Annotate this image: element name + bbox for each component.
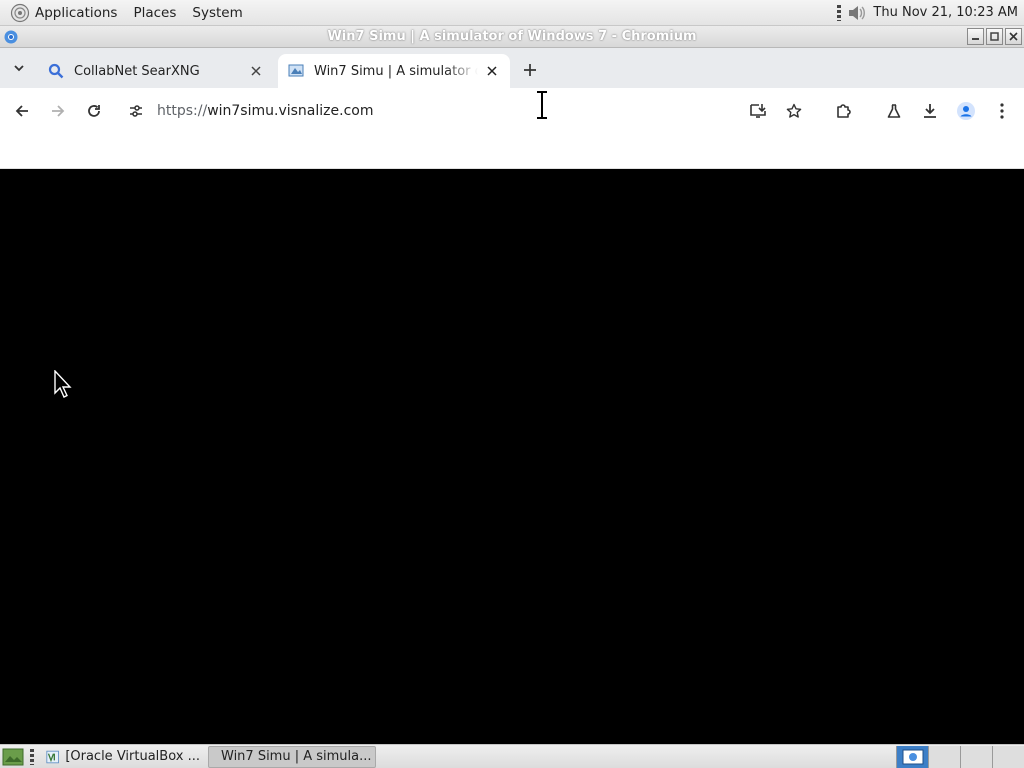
puzzle-icon [837, 104, 851, 118]
places-menu[interactable]: Places [125, 0, 184, 26]
top-panel: Applications Places System Thu Nov 21, 1… [0, 0, 1024, 26]
toolbar-spacer [0, 134, 1024, 169]
install-app-button[interactable] [740, 93, 776, 129]
system-menu[interactable]: System [184, 0, 250, 26]
applications-label: Applications [35, 4, 118, 21]
minimize-icon [972, 38, 979, 40]
system-label: System [192, 4, 243, 21]
star-icon [786, 103, 802, 118]
gnome-foot-icon [10, 3, 30, 22]
places-label: Places [133, 4, 177, 21]
win7-favicon [288, 64, 304, 77]
chevron-down-icon [14, 65, 24, 72]
window-title: Win7 Simu | A simulator of Windows 7 - C… [327, 29, 697, 44]
panel-clock[interactable]: Thu Nov 21, 10:23 AM [873, 5, 1018, 20]
applications-menu[interactable]: Applications [0, 0, 125, 26]
workspace-1[interactable] [896, 746, 928, 768]
show-desktop-icon[interactable] [2, 747, 24, 767]
workspace-4[interactable] [992, 746, 1024, 768]
tab-close-button[interactable] [484, 63, 500, 79]
tab-collabnet-searxng[interactable]: CollabNet SearXNG [38, 54, 274, 88]
forward-button[interactable] [40, 93, 76, 129]
taskbar-item-label: [Oracle VirtualBox ... [65, 749, 200, 764]
taskbar-item-label: Win7 Simu | A simula... [221, 749, 372, 764]
new-tab-button[interactable] [518, 58, 542, 82]
page-content-area[interactable] [0, 169, 1024, 744]
reload-button[interactable] [76, 93, 112, 129]
kebab-menu-icon [1000, 103, 1004, 119]
tab-title: CollabNet SearXNG [74, 63, 200, 79]
download-icon [924, 104, 936, 118]
tune-icon [130, 105, 142, 117]
tab-win7-simu[interactable]: Win7 Simu | A simulator of Windows 7 [278, 54, 510, 88]
workspace-3[interactable] [960, 746, 992, 768]
url-text[interactable]: https://win7simu.visnalize.com [157, 103, 373, 119]
arrow-left-icon [15, 105, 28, 117]
bottom-panel: [Oracle VirtualBox ... Win7 Simu | A sim… [0, 744, 1024, 768]
mouse-pointer-icon [54, 370, 72, 398]
close-icon [487, 66, 497, 76]
avatar-icon [957, 102, 975, 120]
tab-title: Win7 Simu | A simulator of Windows 7 [314, 63, 478, 79]
close-window-button[interactable] [1005, 28, 1022, 45]
maximize-icon [990, 32, 999, 41]
window-titlebar[interactable]: Win7 Simu | A simulator of Windows 7 - C… [0, 26, 1024, 48]
workspace-switcher [896, 746, 1024, 768]
install-icon [750, 104, 766, 118]
taskbar-item-chromium[interactable]: Win7 Simu | A simula... [208, 745, 376, 768]
virtualbox-icon [46, 750, 59, 763]
extensions-button[interactable] [826, 93, 862, 129]
maximize-button[interactable] [986, 28, 1003, 45]
site-info-button[interactable] [120, 95, 152, 127]
search-icon [48, 63, 64, 79]
tab-search-button[interactable] [0, 48, 38, 88]
plus-icon [524, 64, 536, 76]
url-host: win7simu.visnalize.com [207, 103, 374, 119]
workspace-2[interactable] [928, 746, 960, 768]
back-button[interactable] [4, 93, 40, 129]
tab-close-button[interactable] [248, 63, 264, 79]
reload-icon [88, 105, 100, 117]
panel-handle-icon [837, 4, 842, 21]
bookmark-star-button[interactable] [776, 93, 812, 129]
url-scheme: https:// [157, 103, 208, 119]
arrow-right-icon [52, 105, 65, 117]
flask-icon [887, 104, 901, 118]
close-icon [1009, 32, 1018, 41]
browser-toolbar: https://win7simu.visnalize.com [0, 88, 1024, 134]
chromium-window-icon [902, 749, 923, 765]
profile-button[interactable] [948, 93, 984, 129]
volume-icon[interactable] [847, 4, 867, 22]
minimize-button[interactable] [967, 28, 984, 45]
tab-strip: CollabNet SearXNG Win7 Simu | A simulato… [0, 48, 1024, 88]
text-cursor-icon [537, 90, 547, 120]
labs-button[interactable] [876, 93, 912, 129]
panel-handle-icon [30, 748, 34, 765]
menu-button[interactable] [984, 93, 1020, 129]
downloads-button[interactable] [912, 93, 948, 129]
taskbar-item-virtualbox[interactable]: [Oracle VirtualBox ... [40, 746, 206, 768]
close-icon [251, 66, 261, 76]
